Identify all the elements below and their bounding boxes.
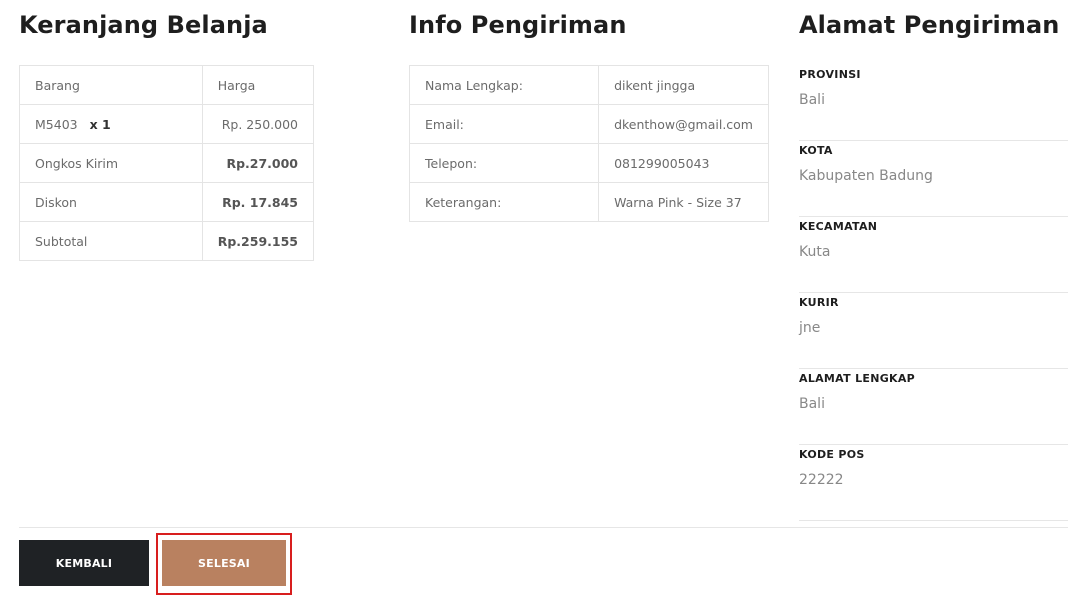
table-row: Email: dkenthow@gmail.com [408,104,769,144]
address-field-province: PROVINSI Bali [799,68,1068,141]
address-title: Alamat Pengiriman [799,11,1060,39]
cart-item-qty: x 1 [89,116,111,132]
table-row: M5403 x 1 Rp. 250.000 [19,104,315,144]
shipping-cost-value: Rp.27.000 [201,143,315,183]
shipping-info-table: Nama Lengkap: dikent jingga Email: dkent… [408,65,769,222]
table-row: Subtotal Rp.259.155 [19,221,315,261]
shipping-info-title: Info Pengiriman [409,11,627,39]
table-row: Diskon Rp. 17.845 [19,182,315,222]
info-label-name: Nama Lengkap: [408,65,600,105]
courier-label: KURIR [799,296,839,309]
city-value: Kabupaten Badung [799,168,933,184]
table-row: Nama Lengkap: dikent jingga [408,65,769,105]
info-label-email: Email: [408,104,600,144]
cart-table: Barang Harga M5403 x 1 Rp. 250.000 Ongkos… [19,65,315,261]
table-row: Barang Harga [19,65,315,105]
full-address-label: ALAMAT LENGKAP [799,372,916,385]
address-field-courier: KURIR jne [799,296,1068,369]
address-field-full-address: ALAMAT LENGKAP Bali [799,372,1068,445]
cart-title: Keranjang Belanja [19,11,268,39]
info-value-notes: Warna Pink - Size 37 [598,182,769,222]
cart-item-price: Rp. 250.000 [201,104,315,144]
subtotal-value: Rp.259.155 [201,221,315,261]
info-value-name: dikent jingga [598,65,769,105]
discount-label: Diskon [19,182,203,222]
postal-code-value: 22222 [799,472,844,488]
cart-header-price: Harga [201,65,315,105]
info-label-phone: Telepon: [408,143,600,183]
cart-item-code: M5403 [35,116,78,132]
info-value-email: dkenthow@gmail.com [598,104,769,144]
finish-button[interactable]: SELESAI [162,540,286,586]
info-value-phone: 081299005043 [598,143,769,183]
courier-value: jne [799,320,821,336]
postal-code-label: KODE POS [799,448,865,461]
address-field-district: KECAMATAN Kuta [799,220,1068,293]
shipping-cost-label: Ongkos Kirim [19,143,203,183]
district-value: Kuta [799,244,831,260]
discount-value: Rp. 17.845 [201,182,315,222]
table-row: Keterangan: Warna Pink - Size 37 [408,182,769,222]
subtotal-label: Subtotal [19,221,203,261]
cart-header-item: Barang [19,65,203,105]
province-value: Bali [799,92,825,108]
table-row: Ongkos Kirim Rp.27.000 [19,143,315,183]
city-label: KOTA [799,144,833,157]
info-label-notes: Keterangan: [408,182,600,222]
table-row: Telepon: 081299005043 [408,143,769,183]
back-button[interactable]: KEMBALI [19,540,149,586]
province-label: PROVINSI [799,68,861,81]
cart-item-cell: M5403 x 1 [19,104,203,144]
full-address-value: Bali [799,396,825,412]
address-field-postal-code: KODE POS 22222 [799,448,1068,521]
footer-divider [19,527,1068,528]
district-label: KECAMATAN [799,220,878,233]
address-field-city: KOTA Kabupaten Badung [799,144,1068,217]
